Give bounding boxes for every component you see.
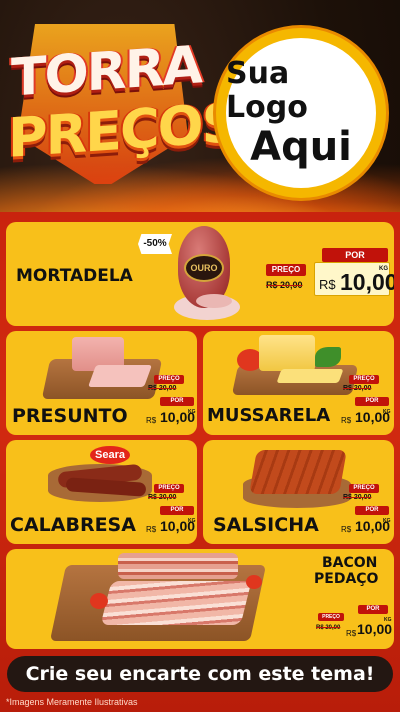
old-price: R$ 20,00 [148,494,177,501]
product-name: SALSICHA [213,514,319,536]
product-card-calabresa[interactable]: Seara CALABRESA PREÇO R$ 20,00 POR R$ 10… [6,440,197,544]
currency: R$ [146,525,157,534]
product-card-mortadela[interactable]: MORTADELA OURO -50% PREÇO R$ 20,00 POR R… [6,222,394,326]
currency: R$ [346,629,357,638]
por-label: POR [355,506,389,515]
preco-label: PREÇO [349,375,379,384]
bacon-slices [100,581,252,625]
price-value: 10,00 [340,269,394,295]
price-value: 10,00 [357,621,393,637]
product-card-bacon[interactable]: BACON PEDAÇO PREÇO R$ 20,00 POR R$ 10,00… [6,549,394,649]
price-tag: PREÇO R$ 20,00 POR R$ 10,00 KG [316,605,392,647]
product-card-salsicha[interactable]: SALSICHA PREÇO R$ 20,00 POR R$ 10,00 KG [203,440,394,544]
disclaimer-text: *Imagens Meramente Ilustrativas [6,697,138,707]
price-unit: KG [384,617,392,623]
cheese-image [259,335,315,371]
preco-label: PREÇO [154,375,184,384]
por-label: POR [160,397,194,406]
currency: R$ [319,277,336,292]
price-tag: PREÇO R$ 20,00 POR R$ 10,00 KG [146,484,196,540]
logo-placeholder[interactable]: Sua Logo Aqui [216,28,386,198]
product-name: MORTADELA [16,266,133,286]
cta-banner[interactable]: Crie seu encarte com este tema! [7,656,393,692]
product-card-presunto[interactable]: PRESUNTO PREÇO R$ 20,00 POR R$ 10,00 KG [6,331,197,435]
presunto-slices [87,365,153,387]
price-tag: PREÇO R$ 20,00 POR R$ 10,00 KG [341,484,391,540]
logo-text-line-1: Sua Logo [226,56,308,125]
price-unit: KG [383,518,391,524]
old-price: R$ 20,00 [343,494,372,501]
old-price: R$ 20,00 [148,385,177,392]
price-unit: KG [383,409,391,415]
product-name-line-1: BACON [322,555,378,571]
bacon-image [118,553,238,579]
preco-label: PREÇO [154,484,184,493]
brand-label: OURO [184,254,224,282]
tomato-icon [90,593,108,609]
product-name: MUSSARELA [207,405,331,426]
old-price: R$ 20,00 [266,280,303,290]
preco-label: PREÇO [318,613,344,621]
logo-text-line-2: Aqui [250,124,352,170]
price-unit: KG [188,518,196,524]
price-unit: KG [379,266,388,272]
price-tag: PREÇO R$ 20,00 POR R$ 10,00 KG [264,248,394,298]
flyer-page: TORRA PREÇOS Sua Logo Aqui MORTADELA OUR… [0,0,400,712]
old-price: R$ 20,00 [316,625,341,631]
price-tag: PREÇO R$ 20,00 POR R$ 10,00 KG [146,375,196,431]
discount-badge: -50% [138,234,172,254]
price-tag: PREÇO R$ 20,00 POR R$ 10,00 KG [341,375,391,431]
por-label: POR [358,605,388,614]
hotdog-sausages-image [249,450,347,494]
title-line-2: PREÇOS [8,90,239,170]
brand-logo: Seara [90,446,130,464]
por-label: POR [322,248,388,262]
tomato-icon [246,575,262,589]
preco-label: PREÇO [349,484,379,493]
product-card-mussarela[interactable]: MUSSARELA PREÇO R$ 20,00 POR R$ 10,00 KG [203,331,394,435]
currency: R$ [341,525,352,534]
mortadela-slice [196,294,232,308]
price-unit: KG [188,409,196,415]
preco-label: PREÇO [266,264,306,276]
currency: R$ [341,416,352,425]
cheese-slices [276,369,344,383]
basil-icon [315,347,341,367]
product-name-line-2: PEDAÇO [314,571,379,587]
por-label: POR [355,397,389,406]
product-name: PRESUNTO [12,405,128,427]
product-name: CALABRESA [10,514,136,536]
por-label: POR [160,506,194,515]
title-logo: TORRA PREÇOS [8,24,239,194]
currency: R$ [146,416,157,425]
old-price: R$ 20,00 [343,385,372,392]
